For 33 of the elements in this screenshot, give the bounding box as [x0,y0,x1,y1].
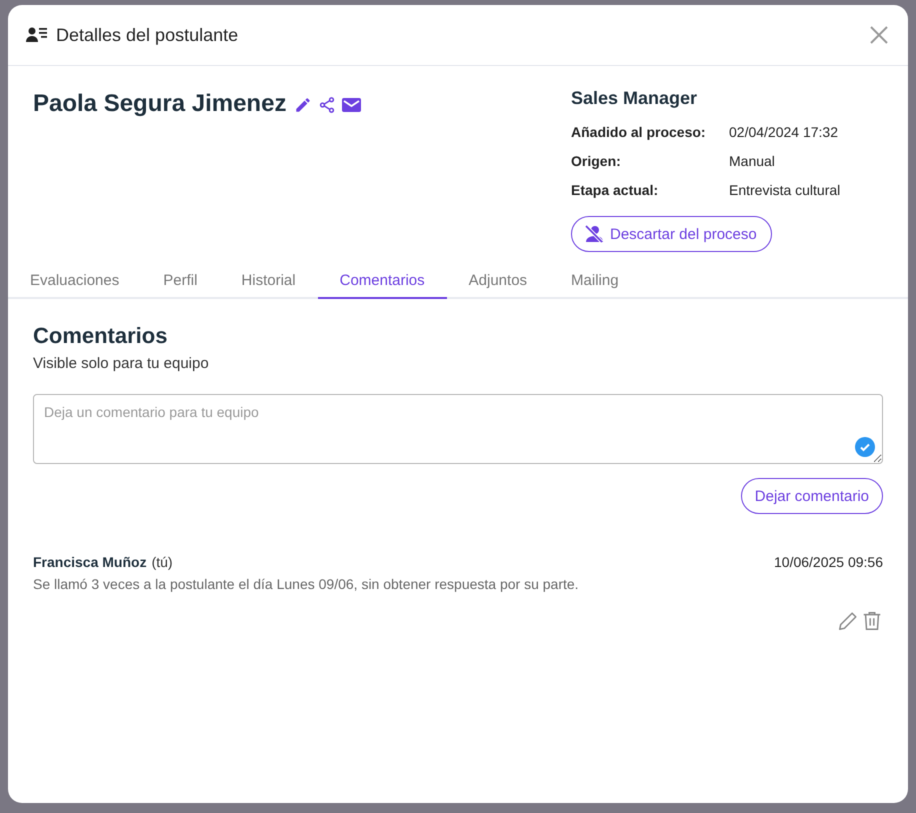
tab[interactable]: Perfil [141,272,220,299]
detail-value: Entrevista cultural [729,182,840,198]
position-title: Sales Manager [571,88,698,109]
detail-label: Añadido al proceso: [571,124,707,140]
comment-timestamp: 10/06/2025 09:56 [774,554,883,570]
pencil-icon[interactable] [837,610,859,632]
close-button[interactable] [868,24,890,46]
tab[interactable]: Historial [219,272,318,299]
discard-button[interactable]: Descartar del proceso [571,216,772,252]
detail-value: Manual [729,152,775,168]
trash-icon[interactable] [861,610,883,632]
person-crossed-icon [584,224,604,244]
comment-author: Francisca Muñoz [33,554,147,570]
share-icon[interactable] [318,96,336,114]
tab[interactable]: Evaluaciones [8,272,142,299]
tab[interactable]: Adjuntos [446,272,550,299]
submit-comment-button[interactable]: Dejar comentario [740,478,883,514]
dialog-title: Detalles del postulante [56,24,240,46]
author-note: (tú) [152,554,174,570]
tab[interactable]: Mailing [549,272,641,299]
section-heading: Comentarios [33,323,168,349]
pencil-icon[interactable] [294,96,312,114]
detail-value: 02/04/2024 17:32 [729,124,838,140]
comment-field[interactable]: Deja un comentario para tu equipo [33,394,883,464]
tab[interactable]: Comentarios [318,272,447,299]
section-subtitle: Visible solo para tu equipo [33,355,210,372]
detail-label: Origen: [571,152,622,168]
person-list-icon [26,26,48,44]
mail-icon[interactable] [342,97,362,113]
detail-label: Etapa actual: [571,182,660,198]
candidate-name: Paola Segura Jimenez [33,90,286,118]
comment-text: Se llamó 3 veces a la postulante el día Lunes 09/06, sin obtener respuesta por su parte. [33,576,580,592]
check-icon [855,437,875,457]
